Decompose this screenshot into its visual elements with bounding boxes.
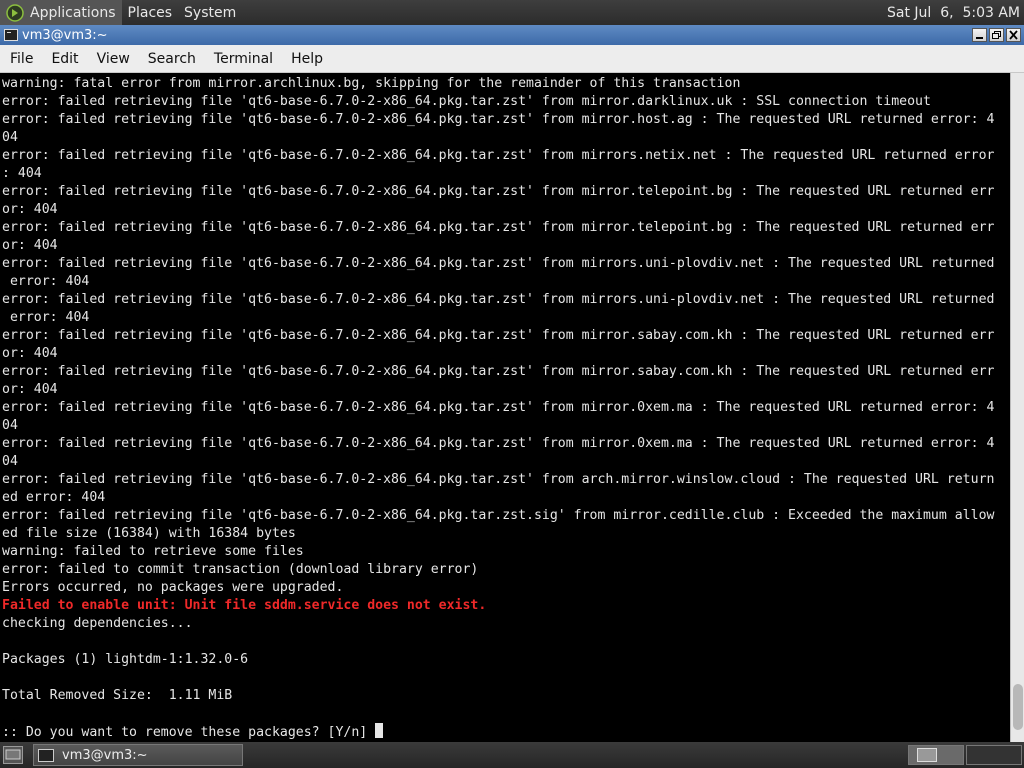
places-menu[interactable]: Places [122, 0, 179, 25]
terminal-line: Total Removed Size: 1.11 MiB [2, 688, 233, 703]
show-desktop-icon [5, 749, 21, 760]
applications-menu[interactable]: Applications [0, 0, 122, 25]
terminal-line: or: 404 [2, 382, 58, 397]
scrollbar-thumb[interactable] [1013, 684, 1023, 730]
terminal-line: : 404 [2, 166, 42, 181]
workspace-switcher [908, 745, 1022, 765]
terminal-line: error: 404 [2, 274, 90, 289]
terminal-line: or: 404 [2, 202, 58, 217]
places-label: Places [127, 4, 173, 21]
system-menu[interactable]: System [178, 0, 242, 25]
panel-clock[interactable]: Sat Jul 6, 5:03 AM [887, 5, 1024, 21]
menu-edit[interactable]: Edit [44, 47, 85, 71]
bottom-panel: vm3@vm3:~ [0, 742, 1024, 768]
close-button[interactable] [1006, 28, 1021, 42]
terminal-line: ed file size (16384) with 16384 bytes [2, 526, 296, 541]
menu-terminal[interactable]: Terminal [207, 47, 280, 71]
taskbar-window-title: vm3@vm3:~ [62, 747, 148, 763]
menu-search[interactable]: Search [141, 47, 203, 71]
window-title: vm3@vm3:~ [22, 27, 108, 43]
terminal-line: error: failed retrieving file 'qt6-base-… [2, 436, 995, 451]
terminal-text: warning: fatal error from mirror.archlin… [0, 73, 1010, 741]
workspace-2[interactable] [966, 745, 1022, 765]
menu-file[interactable]: File [3, 47, 40, 71]
window-controls [972, 28, 1024, 42]
terminal-line: error: failed retrieving file 'qt6-base-… [2, 112, 995, 127]
terminal-line: ed error: 404 [2, 490, 106, 505]
workspace-window-thumbnail [917, 748, 937, 762]
terminal-prompt-line: :: Do you want to remove these packages?… [2, 723, 1010, 741]
terminal-line: error: failed to commit transaction (dow… [2, 562, 479, 577]
terminal-line: warning: failed to retrieve some files [2, 544, 304, 559]
terminal-line: warning: fatal error from mirror.archlin… [2, 76, 741, 91]
terminal-cursor [375, 723, 384, 738]
terminal-line: or: 404 [2, 346, 58, 361]
terminal-line: error: failed retrieving file 'qt6-base-… [2, 364, 995, 379]
terminal-line: error: failed retrieving file 'qt6-base-… [2, 400, 995, 415]
system-label: System [184, 4, 237, 21]
terminal-task-icon [38, 748, 54, 762]
terminal-line: error: failed retrieving file 'qt6-base-… [2, 220, 995, 235]
minimize-icon [976, 37, 983, 39]
window-titlebar[interactable]: vm3@vm3:~ [0, 25, 1024, 45]
workspace-1[interactable] [908, 745, 964, 765]
maximize-button[interactable] [989, 28, 1004, 42]
menu-help[interactable]: Help [284, 47, 330, 71]
terminal-window-icon[interactable] [4, 29, 18, 41]
menu-view[interactable]: View [90, 47, 137, 71]
terminal-scrollbar[interactable] [1010, 73, 1024, 742]
terminal-output-area[interactable]: warning: fatal error from mirror.archlin… [0, 73, 1010, 742]
terminal-error-line: Failed to enable unit: Unit file sddm.se… [2, 598, 487, 613]
terminal-line: error: failed retrieving file 'qt6-base-… [2, 292, 995, 307]
terminal-prompt: :: Do you want to remove these packages?… [2, 725, 376, 740]
applications-label: Applications [30, 4, 116, 21]
distro-logo-icon [6, 3, 24, 22]
minimize-button[interactable] [972, 28, 987, 42]
terminal-line: error: 404 [2, 310, 90, 325]
terminal-line: or: 404 [2, 238, 58, 253]
terminal-menubar: File Edit View Search Terminal Help [0, 45, 1024, 73]
terminal-line: error: failed retrieving file 'qt6-base-… [2, 328, 995, 343]
terminal-line: error: failed retrieving file 'qt6-base-… [2, 94, 931, 109]
terminal-line: Packages (1) lightdm-1:1.32.0-6 [2, 652, 249, 667]
terminal-line: error: failed retrieving file 'qt6-base-… [2, 508, 995, 523]
top-panel: Applications Places System Sat Jul 6, 5:… [0, 0, 1024, 25]
terminal-line: 04 [2, 130, 18, 145]
close-icon [1009, 30, 1018, 40]
show-desktop-button[interactable] [3, 746, 23, 764]
terminal-line: 04 [2, 454, 18, 469]
terminal-line: 04 [2, 418, 18, 433]
terminal-line: error: failed retrieving file 'qt6-base-… [2, 256, 995, 271]
terminal-line: checking dependencies... [2, 616, 193, 631]
taskbar-window-button[interactable]: vm3@vm3:~ [33, 744, 243, 766]
terminal-line: error: failed retrieving file 'qt6-base-… [2, 184, 995, 199]
terminal-line: error: failed retrieving file 'qt6-base-… [2, 472, 995, 487]
maximize-icon [992, 31, 1001, 39]
terminal-line: error: failed retrieving file 'qt6-base-… [2, 148, 995, 163]
terminal-line: Errors occurred, no packages were upgrad… [2, 580, 344, 595]
